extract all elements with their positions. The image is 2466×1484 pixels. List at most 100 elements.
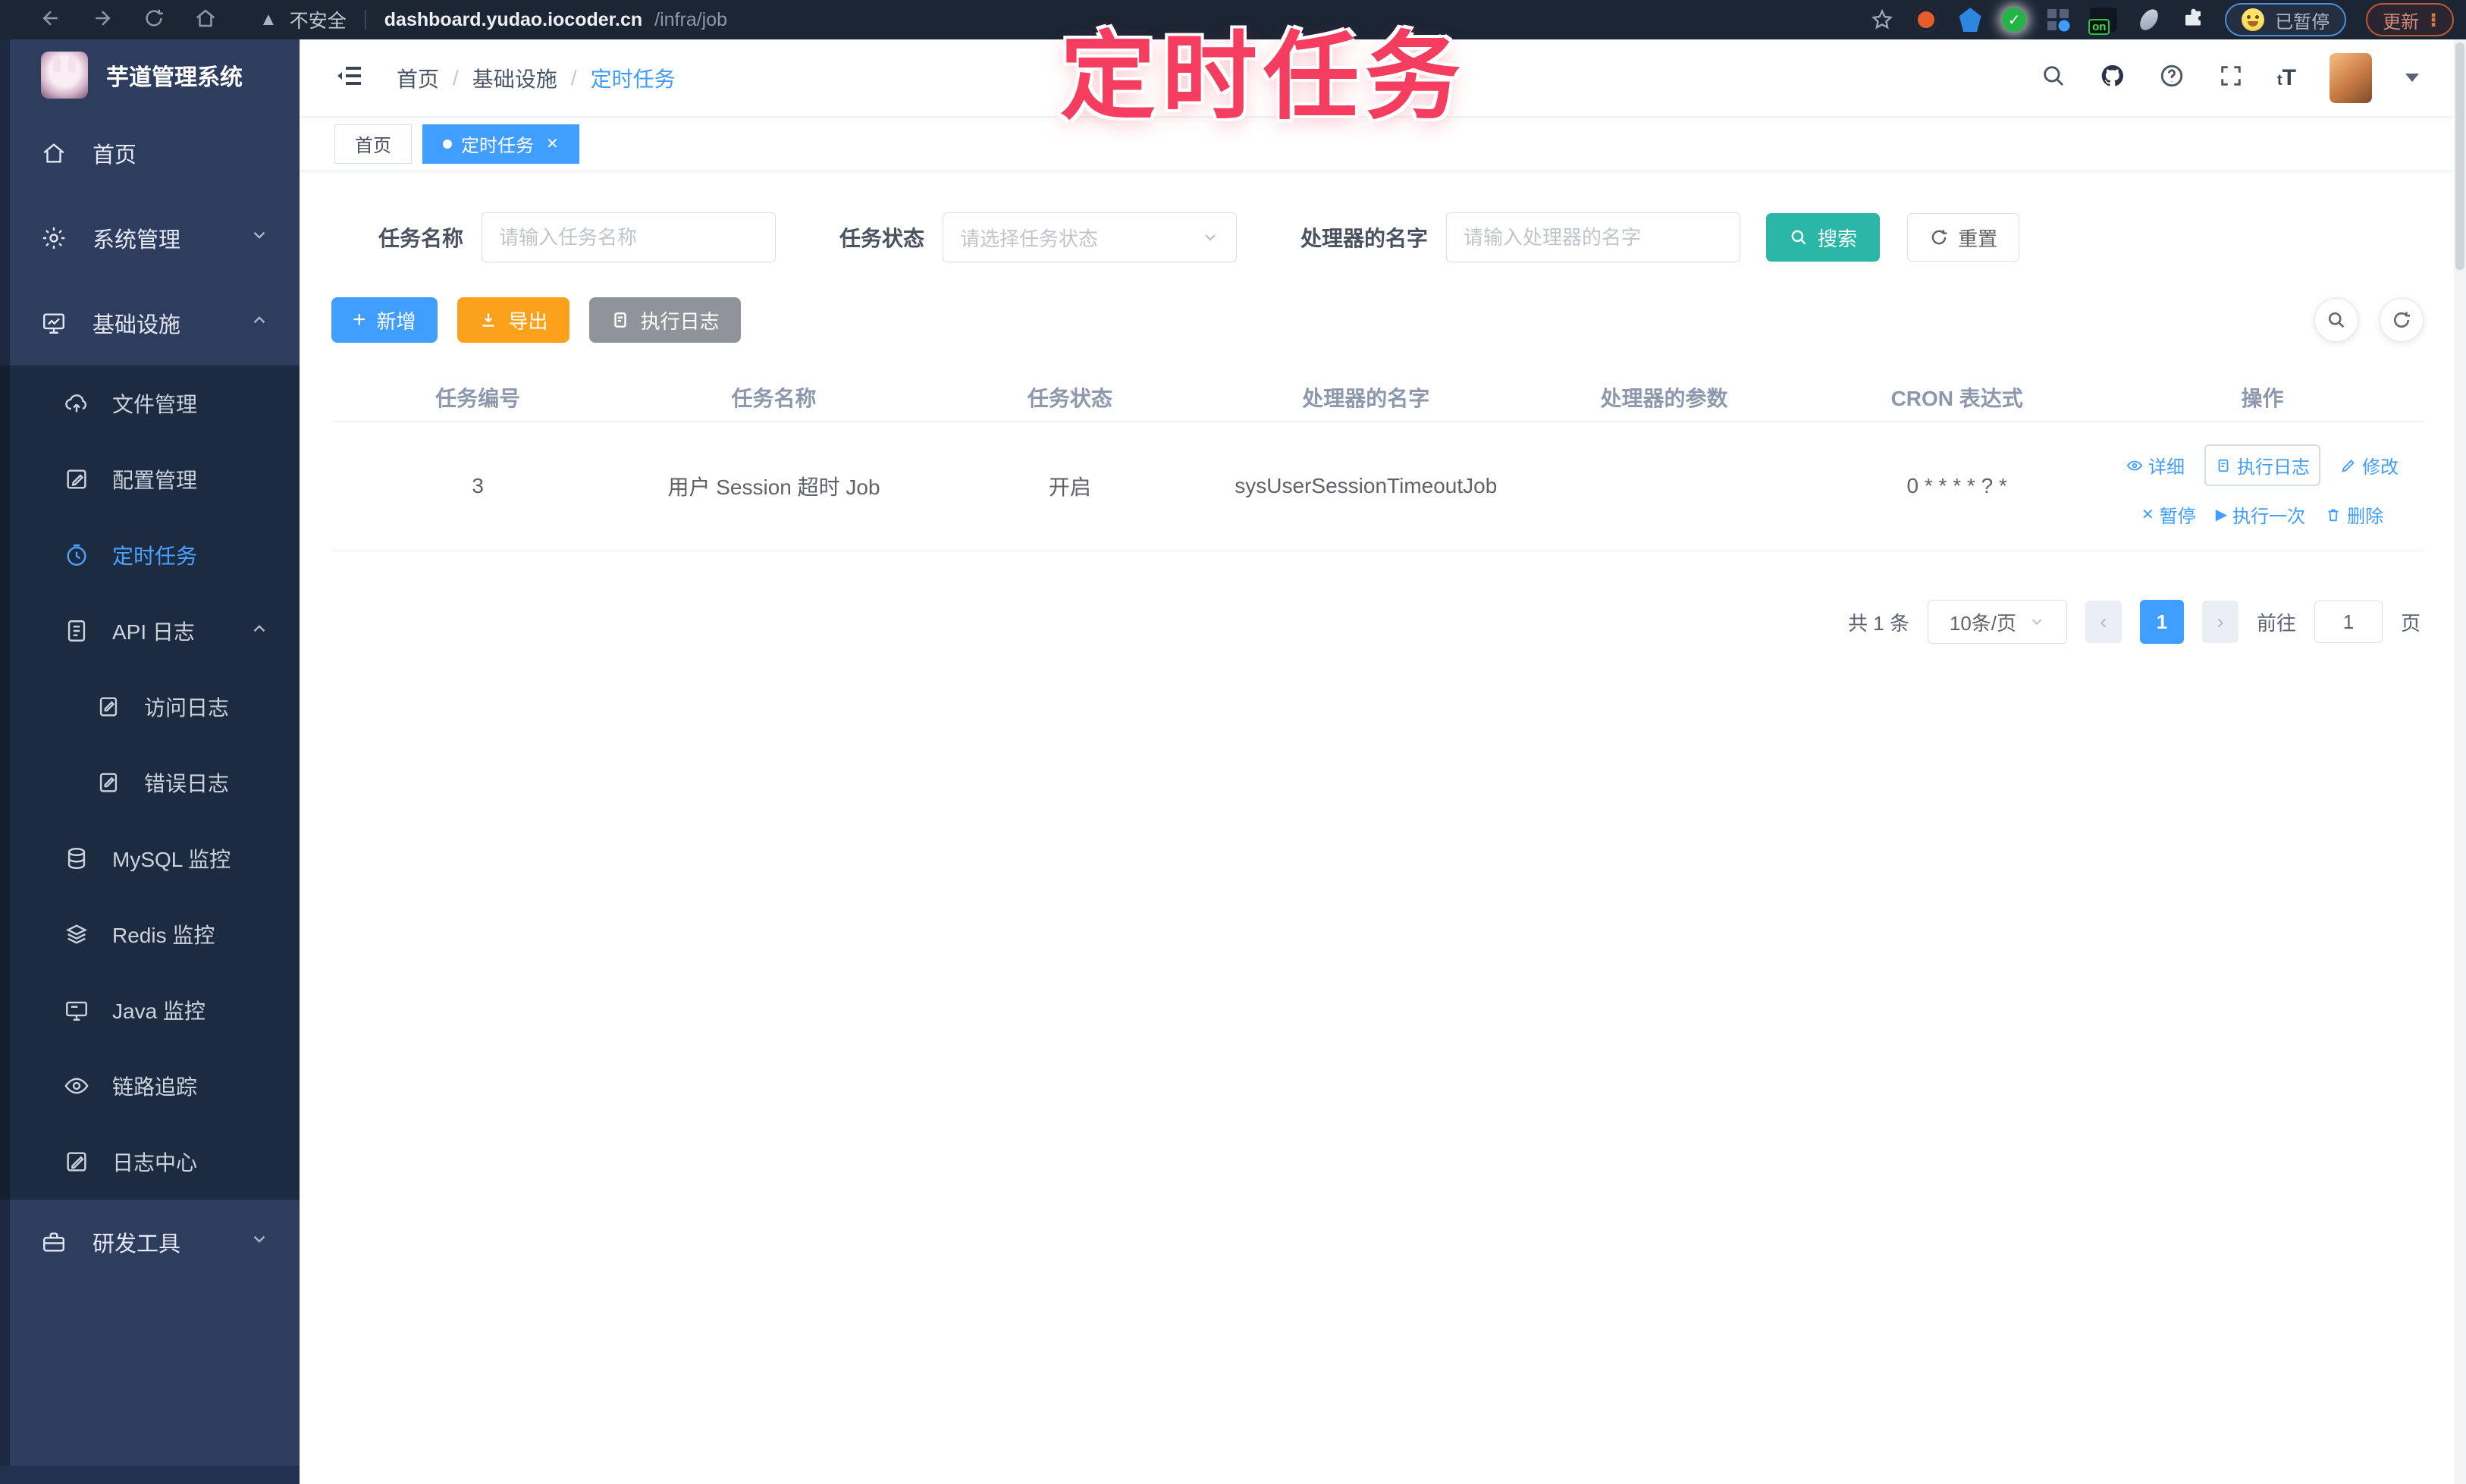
- bookmark-star-icon[interactable]: [1870, 8, 1894, 32]
- extension-grid-icon[interactable]: [2046, 8, 2071, 32]
- home-icon[interactable]: [194, 7, 217, 33]
- search-button-label: 搜索: [1818, 227, 1858, 250]
- github-icon[interactable]: [2100, 63, 2126, 93]
- row-exec-log-link[interactable]: 执行日志: [2204, 444, 2320, 486]
- font-size-icon[interactable]: tT: [2277, 65, 2296, 91]
- run-once-link[interactable]: ▶ 执行一次: [2216, 501, 2305, 528]
- avatar-caret-icon[interactable]: [2405, 74, 2419, 82]
- url-path[interactable]: /infra/job: [654, 9, 727, 31]
- sidebar-item-log-center[interactable]: 日志中心: [0, 1124, 300, 1200]
- collapse-sidebar-icon[interactable]: [334, 61, 365, 95]
- paused-extension-pill[interactable]: 已暂停: [2225, 3, 2347, 36]
- extension-orange-icon[interactable]: [1914, 8, 1939, 32]
- tab-label: 首页: [355, 136, 391, 156]
- extension-green-check-icon[interactable]: ✓: [2002, 8, 2027, 32]
- detail-link[interactable]: 详细: [2126, 452, 2185, 478]
- cell-task-id: 3: [472, 474, 484, 497]
- sidebar-item-error-logs[interactable]: 错误日志: [0, 745, 300, 820]
- extension-feather-icon[interactable]: [2132, 3, 2166, 37]
- task-status-label: 任务状态: [839, 227, 925, 250]
- sidebar-item-file-mgmt[interactable]: 文件管理: [0, 366, 300, 441]
- sidebar-item-infrastructure[interactable]: 基础设施: [0, 281, 300, 366]
- sidebar-item-system-mgmt[interactable]: 系统管理: [0, 196, 300, 281]
- extension-blue-icon[interactable]: [1959, 8, 1981, 32]
- sidebar-item-config-mgmt[interactable]: 配置管理: [0, 441, 300, 517]
- url-domain[interactable]: dashboard.yudao.iocoder.cn: [384, 9, 642, 31]
- export-button-label: 导出: [508, 309, 548, 333]
- fullscreen-icon[interactable]: [2218, 63, 2244, 93]
- jobs-table: 任务编号 任务名称 任务状态 处理器的名字 处理器的参数 CRON 表达式 操作…: [331, 373, 2424, 551]
- breadcrumb-home[interactable]: 首页: [397, 63, 439, 93]
- goto-page-input[interactable]: [2314, 601, 2383, 643]
- filter-task-name: 任务名称: [378, 212, 777, 262]
- app-logo-row[interactable]: 芋道管理系统: [0, 39, 300, 111]
- sidebar-item-label: 日志中心: [112, 1151, 198, 1175]
- sidebar-item-access-logs[interactable]: 访问日志: [0, 669, 300, 745]
- edit-link[interactable]: 修改: [2340, 452, 2399, 478]
- breadcrumb-separator: /: [453, 65, 459, 89]
- page-scrollbar[interactable]: [2454, 39, 2466, 1484]
- handler-name-input[interactable]: [1446, 212, 1741, 262]
- sidebar-item-api-logs[interactable]: API 日志: [0, 593, 300, 669]
- sidebar-item-label: 基础设施: [93, 313, 181, 337]
- filter-form: 任务名称 任务状态 请选择任务状态 处理器的名字 搜索 重置: [378, 212, 2424, 262]
- back-icon[interactable]: [39, 7, 62, 33]
- refresh-table-button[interactable]: [2380, 298, 2424, 342]
- sidebar-item-java-monitor[interactable]: Java 监控: [0, 972, 300, 1048]
- sidebar-item-redis-monitor[interactable]: Redis 监控: [0, 896, 300, 972]
- page-size-select[interactable]: 10条/页: [1927, 600, 2067, 644]
- app-title: 芋道管理系统: [106, 65, 243, 90]
- address-bar[interactable]: ▲ 不安全 dashboard.yudao.iocoder.cn /infra/…: [259, 6, 727, 33]
- security-label[interactable]: 不安全: [290, 6, 347, 33]
- sidebar-item-label: 文件管理: [112, 393, 198, 416]
- monitor-chart-icon: [43, 313, 64, 334]
- user-avatar[interactable]: [2330, 52, 2372, 103]
- search-icon[interactable]: [2041, 63, 2066, 93]
- tab-scheduled-tasks[interactable]: 定时任务 ✕: [422, 124, 579, 164]
- sidebar-item-label: 系统管理: [93, 228, 181, 253]
- delete-link[interactable]: 删除: [2325, 501, 2383, 528]
- breadcrumb-infrastructure[interactable]: 基础设施: [472, 63, 557, 93]
- close-tab-icon[interactable]: ✕: [546, 134, 559, 153]
- eye-icon: [64, 1078, 89, 1094]
- toggle-search-button[interactable]: [2314, 298, 2358, 342]
- search-icon: [2328, 312, 2345, 328]
- sidebar-scrollbar[interactable]: [0, 39, 10, 1484]
- sidebar-item-mysql-monitor[interactable]: MySQL 监控: [0, 820, 300, 896]
- add-button[interactable]: + 新增: [331, 297, 438, 343]
- reset-button[interactable]: 重置: [1907, 213, 2020, 262]
- breadcrumb-separator: /: [570, 65, 577, 89]
- browser-menu-dots-icon[interactable]: ⁝: [2430, 10, 2437, 30]
- task-status-select[interactable]: 请选择任务状态: [943, 212, 1238, 262]
- pause-link[interactable]: ✕ 暂停: [2141, 501, 2196, 528]
- cloud-upload-icon: [65, 394, 87, 413]
- briefcase-icon: [43, 1232, 64, 1252]
- export-button[interactable]: 导出: [456, 297, 569, 343]
- edit-square-icon: [67, 469, 86, 489]
- next-page-button[interactable]: ›: [2201, 601, 2239, 643]
- sidebar-item-scheduled-tasks[interactable]: 定时任务: [0, 517, 300, 593]
- col-header-task-id: 任务编号: [435, 386, 521, 410]
- sidebar-item-dev-tools[interactable]: 研发工具: [0, 1200, 300, 1285]
- scrollbar-thumb[interactable]: [2455, 42, 2464, 270]
- sidebar-item-home[interactable]: 首页: [0, 111, 300, 196]
- help-icon[interactable]: [2159, 63, 2185, 93]
- extensions-puzzle-icon[interactable]: [2181, 8, 2205, 32]
- chevron-down-icon: [1205, 234, 1216, 241]
- extension-on-badge-icon[interactable]: on: [2088, 8, 2118, 35]
- tab-home[interactable]: 首页: [334, 124, 412, 164]
- task-name-input[interactable]: [482, 212, 777, 262]
- tab-label: 定时任务: [461, 136, 534, 156]
- current-page-button[interactable]: 1: [2139, 600, 2184, 644]
- cell-task-status: 开启: [1048, 475, 1091, 499]
- col-header-handler-param: 处理器的参数: [1600, 386, 1728, 410]
- sidebar-item-label: 链路追踪: [112, 1075, 198, 1099]
- update-browser-pill[interactable]: 更新 ⁝: [2366, 3, 2454, 36]
- forward-icon[interactable]: [91, 7, 114, 33]
- search-button[interactable]: 搜索: [1766, 213, 1881, 262]
- reload-icon[interactable]: [143, 7, 165, 33]
- prev-page-button[interactable]: ‹: [2085, 601, 2122, 643]
- exec-log-button[interactable]: 执行日志: [588, 297, 741, 343]
- sidebar-item-tracing[interactable]: 链路追踪: [0, 1048, 300, 1124]
- active-tab-dot: [443, 139, 452, 149]
